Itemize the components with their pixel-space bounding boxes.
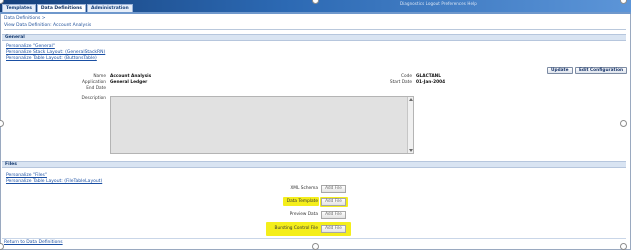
personalize-file-table-layout-link[interactable]: Personalize Table Layout: (FileTableLayo… bbox=[6, 179, 102, 184]
tab-bar: Templates Data Definitions Administratio… bbox=[2, 4, 133, 12]
personalize-general-link[interactable]: Personalize "General" bbox=[6, 44, 55, 49]
tab-templates[interactable]: Templates bbox=[2, 4, 36, 12]
personalize-table-layout-link[interactable]: Personalize Table Layout: (ButtonsTable) bbox=[6, 56, 97, 61]
update-button[interactable]: Update bbox=[547, 67, 573, 74]
bursting-control-add-file-button[interactable]: Add File bbox=[321, 225, 346, 233]
application-label: Application bbox=[81, 80, 106, 85]
resize-handle-bottom-center[interactable] bbox=[312, 243, 319, 250]
description-label: Description bbox=[81, 96, 106, 101]
data-template-add-file-button[interactable]: Add File bbox=[321, 198, 346, 206]
xml-schema-add-file-button[interactable]: Add File bbox=[321, 185, 346, 193]
preview-data-add-file-button[interactable]: Add File bbox=[321, 211, 346, 219]
name-label: Name bbox=[93, 74, 106, 79]
description-field[interactable] bbox=[110, 96, 414, 154]
tab-administration[interactable]: Administration bbox=[86, 4, 133, 12]
general-section-header: General bbox=[2, 34, 626, 41]
files-section-header: Files bbox=[2, 161, 626, 168]
preview-data-label: Preview Data bbox=[289, 212, 318, 217]
description-scrollbar[interactable] bbox=[407, 97, 413, 153]
resize-handle-middle-right[interactable] bbox=[620, 120, 627, 127]
header-divider bbox=[0, 12, 631, 14]
data-template-label: Data Template bbox=[286, 199, 318, 204]
start-date-value: 01-Jan-2004 bbox=[416, 80, 446, 85]
return-to-data-definitions-link[interactable]: Return to Data Definitions bbox=[4, 240, 63, 245]
scroll-up-icon[interactable] bbox=[409, 98, 413, 101]
code-value: GLACTANL bbox=[416, 74, 442, 79]
personalize-stack-layout-link[interactable]: Personalize Stack Layout: (GeneralStackR… bbox=[6, 50, 105, 55]
breadcrumb[interactable]: Data Definitions > bbox=[4, 16, 46, 21]
resize-handle-bottom-right[interactable] bbox=[620, 243, 627, 250]
title-divider bbox=[4, 29, 626, 30]
name-value: Account Analysis bbox=[110, 74, 152, 79]
start-date-label: Start Date bbox=[389, 80, 412, 85]
bursting-control-file-label: Bursting Control File bbox=[274, 226, 318, 231]
xml-schema-label: XML Schema bbox=[290, 186, 318, 191]
application-value: General Ledger bbox=[110, 80, 148, 85]
end-date-label: End Date bbox=[86, 86, 106, 91]
code-label: Code bbox=[400, 74, 412, 79]
tab-data-definitions[interactable]: Data Definitions bbox=[36, 4, 86, 12]
global-links[interactable]: Diagnostics Logout Preferences Help bbox=[400, 1, 477, 6]
footer-divider bbox=[2, 238, 626, 239]
personalize-files-link[interactable]: Personalize "Files" bbox=[6, 173, 47, 178]
edit-configuration-button[interactable]: Edit Configuration bbox=[575, 67, 628, 74]
scroll-down-icon[interactable] bbox=[409, 149, 413, 152]
page-title: View Data Definition: Account Analysis bbox=[4, 23, 92, 28]
